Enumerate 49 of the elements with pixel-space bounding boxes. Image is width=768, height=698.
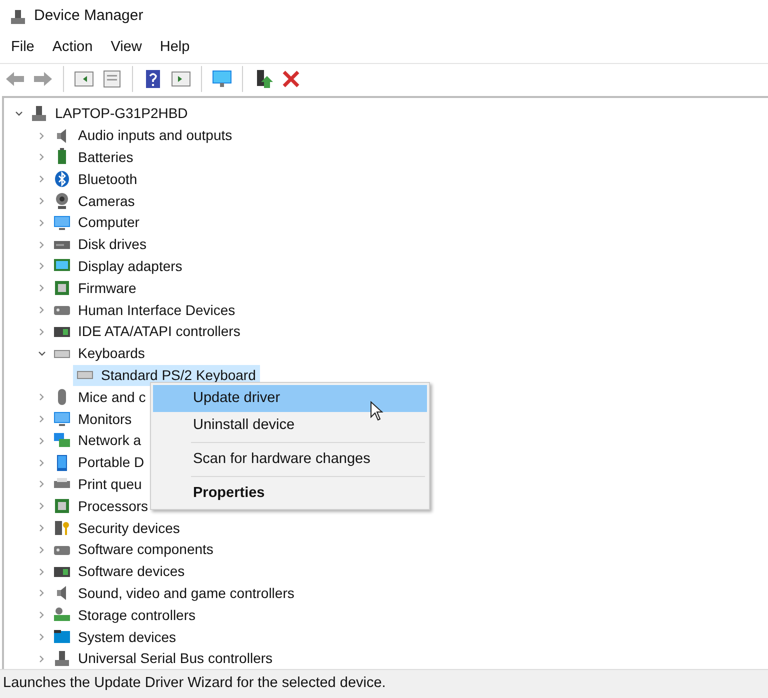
tree-item[interactable]: Software components <box>78 539 214 560</box>
tree-item[interactable]: Disk drives <box>78 234 146 256</box>
tree-item[interactable]: Bluetooth <box>78 168 138 190</box>
tree-item[interactable]: IDE ATA/ATAPI controllers <box>78 321 240 342</box>
tree-item[interactable]: Network a <box>78 430 142 452</box>
tree-item[interactable]: Display adapters <box>78 256 182 277</box>
tower-icon <box>53 650 71 668</box>
tree-item[interactable]: System devices <box>78 626 176 648</box>
menu-item[interactable]: Scan for hardware changes <box>153 446 427 473</box>
menu-item[interactable]: Uninstall device <box>153 412 427 439</box>
tree-item[interactable]: Processors <box>78 496 148 517</box>
monitor-icon[interactable] <box>211 68 233 90</box>
tree-item[interactable]: Print queu <box>78 474 142 495</box>
webcam-icon <box>53 192 71 210</box>
tree-item[interactable]: Sound, video and game controllers <box>78 582 294 604</box>
chip-icon <box>53 279 71 298</box>
tree-item[interactable]: Security devices <box>78 518 180 539</box>
tree-item[interactable]: Human Interface Devices <box>78 300 236 321</box>
cursor-icon <box>370 401 384 421</box>
menu-item[interactable]: Update driver <box>153 385 427 412</box>
monitor-icon <box>53 214 71 232</box>
tree-item[interactable]: Computer <box>78 212 140 234</box>
tree-item[interactable]: Keyboards <box>78 343 145 364</box>
tree-item[interactable]: LAPTOP-G31P2HBD <box>55 103 188 124</box>
tree-item[interactable]: Cameras <box>78 190 135 212</box>
tree-item[interactable]: Monitors <box>78 408 132 430</box>
tree-item[interactable]: Software devices <box>78 561 185 582</box>
tree-item[interactable]: Storage controllers <box>78 604 196 626</box>
menu-item[interactable]: Properties <box>153 480 427 507</box>
tower-icon <box>30 104 48 123</box>
bluetooth-icon <box>53 170 71 188</box>
tree-item[interactable]: Mice and c <box>78 386 146 408</box>
app-icon <box>10 8 26 24</box>
menu-item[interactable]: View <box>104 37 149 59</box>
menu-item[interactable]: Action <box>45 37 100 59</box>
tree-item[interactable]: Universal Serial Bus controllers <box>78 648 273 669</box>
key-icon <box>53 519 71 538</box>
tree-item[interactable]: Portable D <box>78 452 144 474</box>
monitor-icon <box>53 410 71 428</box>
menu-item[interactable]: File <box>4 37 42 59</box>
network-icon <box>53 432 71 450</box>
tree-item[interactable]: Audio inputs and outputs <box>78 125 232 146</box>
status-text: Launches the Update Driver Wizard for the selected device. <box>3 674 386 694</box>
tree-item[interactable]: Firmware <box>78 278 136 299</box>
chip-icon <box>53 497 71 516</box>
sheet-icon[interactable] <box>101 68 123 90</box>
menu-item[interactable]: Help <box>152 37 197 59</box>
tree-item[interactable]: Batteries <box>78 146 134 168</box>
window-title: Device Manager <box>34 6 144 26</box>
